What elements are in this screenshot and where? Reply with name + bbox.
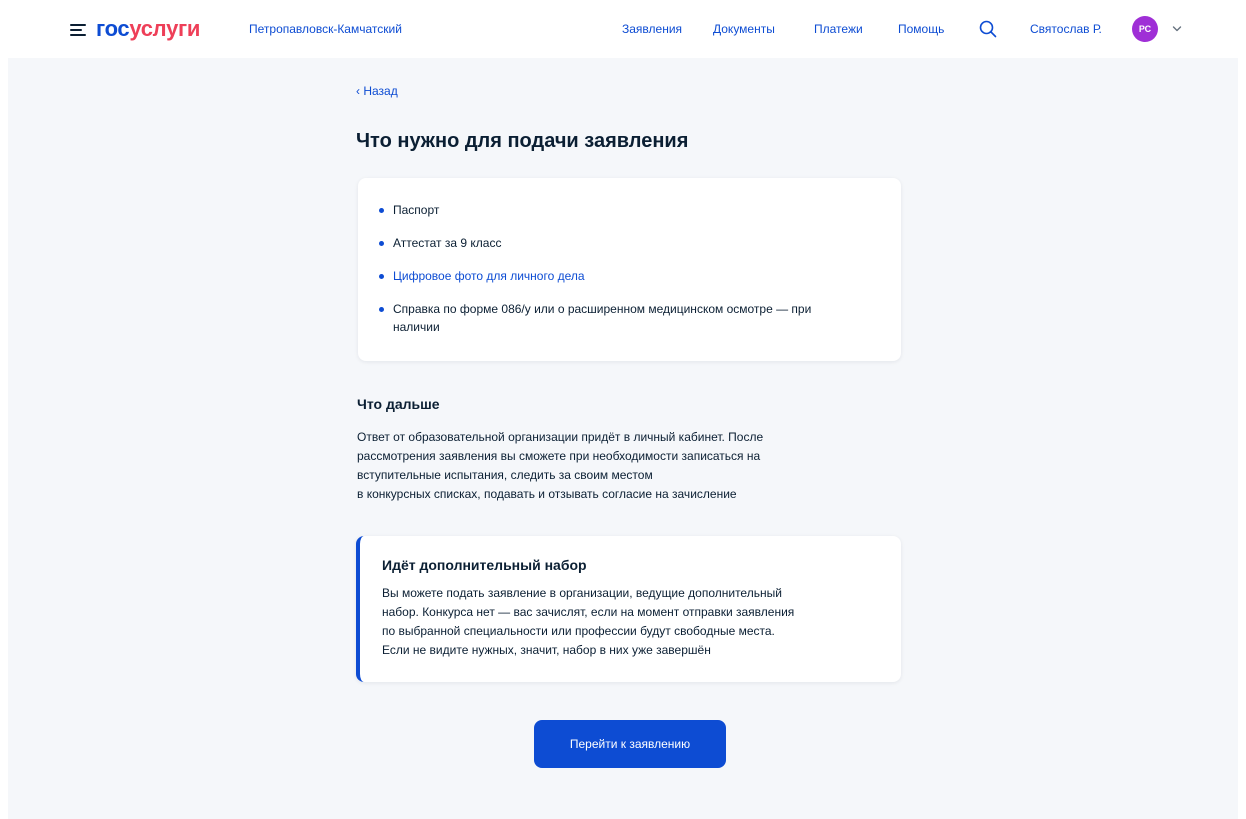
next-steps-line: Ответ от образовательной организации при… bbox=[357, 430, 764, 444]
notice-title: Идёт дополнительный набор bbox=[382, 557, 587, 573]
next-steps-line: вступительные испытания, следить за свои… bbox=[357, 468, 653, 482]
requirement-item: Справка по форме 086/у или о расширенном… bbox=[378, 300, 818, 336]
next-steps-text: Ответ от образовательной организации при… bbox=[357, 428, 877, 504]
go-to-application-button[interactable]: Перейти к заявлению bbox=[534, 720, 726, 768]
header: госуслуги Петропавловск-Камчатский Заявл… bbox=[0, 0, 1246, 58]
nav-applications[interactable]: Заявления bbox=[622, 22, 682, 36]
requirements-card: Паспорт Аттестат за 9 класс Цифровое фот… bbox=[358, 178, 901, 361]
chevron-down-icon[interactable] bbox=[1172, 25, 1182, 33]
user-name[interactable]: Святослав Р. bbox=[1030, 22, 1102, 36]
notice-line: Если не видите нужных, значит, набор в н… bbox=[382, 643, 711, 657]
requirement-item: Аттестат за 9 класс bbox=[378, 234, 838, 252]
notice-line: по выбранной специальности или профессии… bbox=[382, 624, 775, 638]
additional-enrollment-notice: Идёт дополнительный набор Вы можете пода… bbox=[356, 536, 901, 682]
logo-text-gos: гос bbox=[96, 16, 130, 41]
region-selector[interactable]: Петропавловск-Камчатский bbox=[249, 22, 402, 36]
digital-photo-link[interactable]: Цифровое фото для личного дела bbox=[378, 267, 838, 285]
notice-line: Вы можете подать заявление в организации… bbox=[382, 586, 782, 600]
notice-text: Вы можете подать заявление в организации… bbox=[382, 584, 892, 660]
requirements-list: Паспорт Аттестат за 9 класс Цифровое фот… bbox=[378, 201, 838, 336]
back-link[interactable]: ‹ Назад bbox=[356, 84, 398, 98]
hamburger-menu-icon[interactable] bbox=[70, 24, 86, 36]
next-steps-line: рассмотрения заявления вы сможете при не… bbox=[357, 449, 761, 463]
next-steps-line: в конкурсных списках, подавать и отзыват… bbox=[357, 487, 737, 501]
nav-help[interactable]: Помощь bbox=[898, 22, 944, 36]
nav-payments[interactable]: Платежи bbox=[814, 22, 863, 36]
next-steps-heading: Что дальше bbox=[357, 396, 440, 412]
notice-line: набор. Конкурса нет — вас зачислят, если… bbox=[382, 605, 795, 619]
logo-text-uslugi: услуги bbox=[129, 16, 201, 41]
avatar[interactable]: РС bbox=[1132, 16, 1158, 42]
requirement-item: Паспорт bbox=[378, 201, 838, 219]
nav-documents[interactable]: Документы bbox=[713, 22, 775, 36]
page-title: Что нужно для подачи заявления bbox=[356, 130, 689, 152]
search-icon[interactable] bbox=[979, 20, 997, 38]
gosuslugi-logo[interactable]: госуслуги bbox=[96, 16, 200, 42]
